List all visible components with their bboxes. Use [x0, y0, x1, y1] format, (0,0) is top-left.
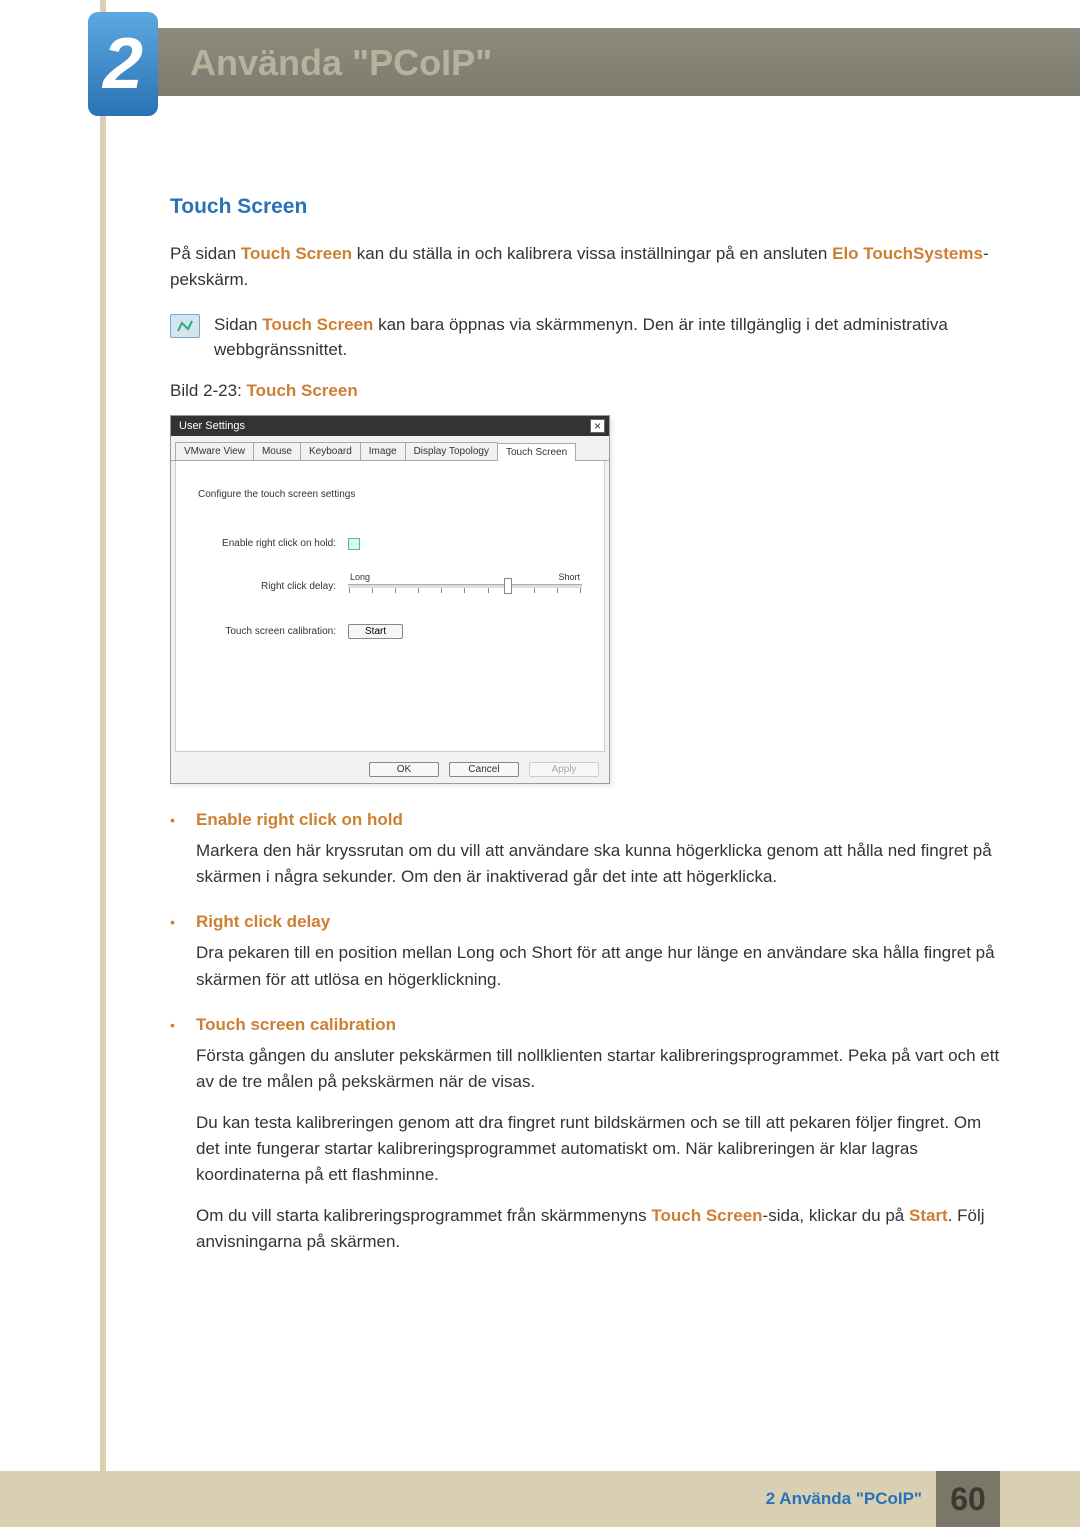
close-icon[interactable]: ×: [590, 419, 605, 433]
figure-caption: Bild 2-23: Touch Screen: [170, 381, 1000, 401]
text: Om du vill starta kalibreringsprogrammet…: [196, 1206, 651, 1225]
tab-touch-screen[interactable]: Touch Screen: [497, 443, 576, 461]
slider-thumb[interactable]: [504, 578, 512, 594]
footer-text: 2 Använda "PCoIP": [766, 1489, 922, 1509]
text: På sidan: [170, 244, 241, 263]
tab-display-topology[interactable]: Display Topology: [405, 442, 498, 460]
bullet-enable-right-click: • Enable right click on hold Markera den…: [170, 810, 1000, 891]
tab-image[interactable]: Image: [360, 442, 406, 460]
figure-label: Bild 2-23:: [170, 381, 247, 400]
cancel-button[interactable]: Cancel: [449, 762, 519, 777]
calib-p3: Om du vill starta kalibreringsprogrammet…: [196, 1203, 1000, 1256]
intro-paragraph: På sidan Touch Screen kan du ställa in o…: [170, 241, 1000, 294]
keyword-elo-touchsystems: Elo TouchSystems: [832, 244, 983, 263]
bullet-body: Första gången du ansluter pekskärmen til…: [170, 1043, 1000, 1255]
slider-ticks: [348, 588, 582, 593]
bullet-list: • Enable right click on hold Markera den…: [170, 810, 1000, 1256]
footer-bar: 2 Använda "PCoIP" 60: [0, 1471, 1080, 1527]
keyword-touch-screen: Touch Screen: [651, 1206, 762, 1225]
note-icon: [170, 314, 200, 338]
dialog-title: User Settings: [179, 420, 245, 432]
bullet-title: Right click delay: [196, 912, 330, 932]
bullet-title: Touch screen calibration: [196, 1015, 396, 1035]
text: kan du ställa in och kalibrera vissa ins…: [352, 244, 832, 263]
dialog-footer: OK Cancel Apply: [171, 756, 609, 783]
tab-mouse[interactable]: Mouse: [253, 442, 301, 460]
label-right-click-delay: Right click delay:: [198, 581, 348, 592]
bullet-body: Dra pekaren till en position mellan Long…: [170, 940, 1000, 993]
dialog-instruction: Configure the touch screen settings: [198, 489, 582, 500]
row-right-click-delay: Right click delay: Long Short: [198, 572, 582, 602]
note-text: Sidan Touch Screen kan bara öppnas via s…: [214, 312, 1000, 363]
section-heading: Touch Screen: [170, 195, 1000, 219]
ok-button[interactable]: OK: [369, 762, 439, 777]
calib-p2: Du kan testa kalibreringen genom att dra…: [196, 1110, 1000, 1189]
keyword-start: Start: [909, 1206, 948, 1225]
checkbox-enable-right-click[interactable]: [348, 538, 360, 550]
slider-right-click-delay[interactable]: Long Short: [348, 572, 582, 602]
text: Sidan: [214, 315, 262, 334]
dialog-body: Configure the touch screen settings Enab…: [175, 461, 605, 752]
bullet-icon: •: [170, 813, 182, 827]
calib-p1: Första gången du ansluter pekskärmen til…: [196, 1043, 1000, 1096]
chapter-number: 2: [103, 23, 143, 105]
dialog-titlebar: User Settings ×: [171, 416, 609, 436]
apply-button[interactable]: Apply: [529, 762, 599, 777]
keyword-touch-screen: Touch Screen: [262, 315, 373, 334]
label-calibration: Touch screen calibration:: [198, 626, 348, 637]
slider-track[interactable]: [348, 584, 582, 588]
dialog-tabs: VMware View Mouse Keyboard Image Display…: [171, 436, 609, 461]
row-enable-right-click: Enable right click on hold:: [198, 538, 582, 550]
label-enable-right-click: Enable right click on hold:: [198, 538, 348, 549]
bullet-calibration: • Touch screen calibration Första gången…: [170, 1015, 1000, 1255]
left-margin-stripe: [100, 0, 106, 1527]
bullet-icon: •: [170, 1018, 182, 1032]
slider-label-long: Long: [350, 572, 370, 582]
bullet-icon: •: [170, 915, 182, 929]
tab-keyboard[interactable]: Keyboard: [300, 442, 361, 460]
start-button[interactable]: Start: [348, 624, 403, 639]
row-calibration: Touch screen calibration: Start: [198, 624, 582, 639]
tab-vmware-view[interactable]: VMware View: [175, 442, 254, 460]
user-settings-dialog: User Settings × VMware View Mouse Keyboa…: [170, 415, 610, 784]
chapter-tab: 2: [88, 12, 158, 116]
figure-name: Touch Screen: [247, 381, 358, 400]
bullet-title: Enable right click on hold: [196, 810, 403, 830]
slider-label-short: Short: [558, 572, 580, 582]
page-number: 60: [936, 1471, 1000, 1527]
bullet-body: Markera den här kryssrutan om du vill at…: [170, 838, 1000, 891]
note-block: Sidan Touch Screen kan bara öppnas via s…: [170, 312, 1000, 363]
chapter-title: Använda "PCoIP": [190, 42, 492, 84]
text: -sida, klickar du på: [763, 1206, 909, 1225]
bullet-right-click-delay: • Right click delay Dra pekaren till en …: [170, 912, 1000, 993]
keyword-touch-screen: Touch Screen: [241, 244, 352, 263]
